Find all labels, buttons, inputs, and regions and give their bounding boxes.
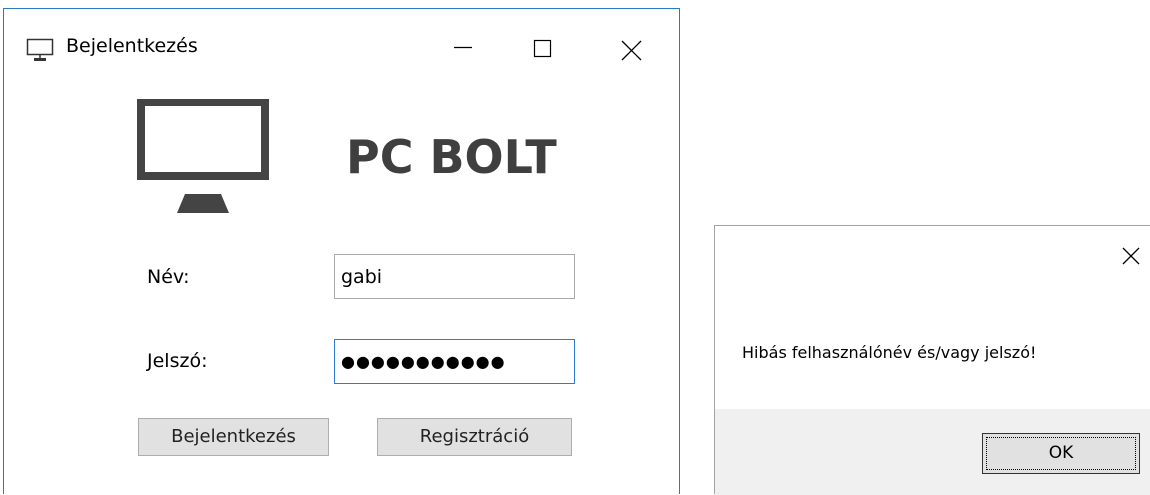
password-label: Jelszó:: [147, 350, 208, 372]
ok-button[interactable]: OK: [982, 433, 1140, 474]
name-input[interactable]: [334, 254, 575, 299]
register-button[interactable]: Regisztráció: [377, 418, 572, 456]
login-window: Bejelentkezés PC BOLT Név: Jelszó: Bejel…: [3, 8, 680, 494]
close-button[interactable]: [604, 27, 650, 67]
brand-title: PC BOLT: [346, 130, 557, 184]
monitor-icon: [137, 98, 271, 215]
error-message: Hibás felhasználónév és/vagy jelszó!: [742, 343, 1037, 362]
message-dialog: Hibás felhasználónév és/vagy jelszó! OK: [714, 225, 1150, 495]
password-input[interactable]: [334, 339, 575, 384]
dialog-footer: OK: [715, 409, 1150, 495]
name-label: Név:: [147, 266, 190, 288]
close-icon[interactable]: [1119, 244, 1143, 268]
maximize-button[interactable]: [522, 27, 568, 67]
ok-button-label: OK: [1048, 443, 1074, 463]
minimize-button[interactable]: [444, 27, 490, 67]
login-button[interactable]: Bejelentkezés: [138, 418, 329, 456]
monitor-icon: [26, 37, 54, 63]
window-title: Bejelentkezés: [66, 35, 198, 57]
title-bar[interactable]: Bejelentkezés: [4, 9, 679, 77]
